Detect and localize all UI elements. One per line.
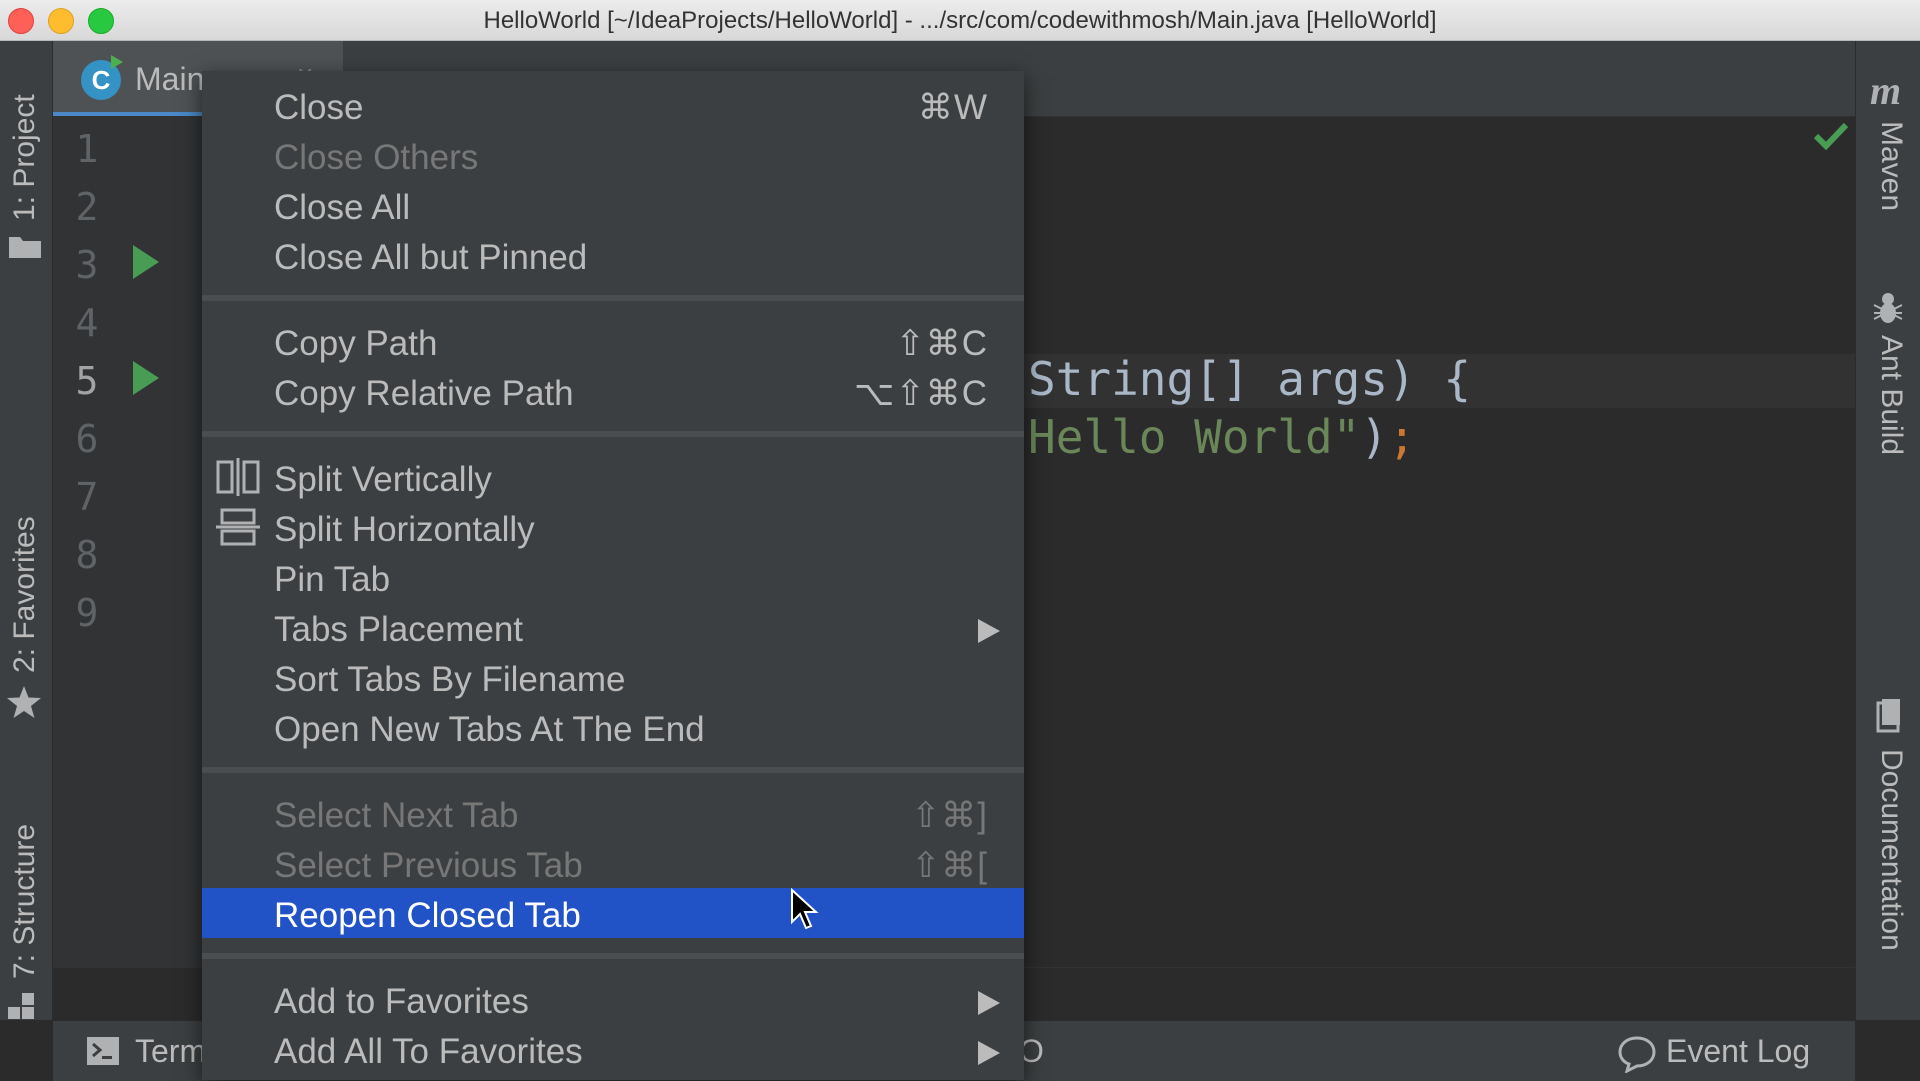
menu-item-copy-path[interactable]: Copy Path ⇧⌘C — [202, 316, 1024, 366]
maven-logo-icon: m — [1870, 68, 1902, 113]
submenu-arrow-icon — [978, 1041, 1000, 1065]
maven-toolwindow-button[interactable]: Maven — [1874, 121, 1908, 211]
menu-item-shortcut: ⇧⌘C — [895, 324, 988, 363]
menu-item-label: Copy Relative Path — [274, 374, 574, 413]
string-literal: Hello World" — [1028, 410, 1361, 464]
line-number: 7 — [75, 475, 99, 519]
line-number: 8 — [75, 533, 99, 577]
terminal-icon — [87, 1037, 119, 1065]
editor-tab-context-menu: Close ⌘W Close Others Close All Close Al… — [202, 71, 1024, 1080]
submenu-arrow-icon — [978, 619, 1000, 643]
run-main-icon[interactable] — [133, 361, 159, 395]
menu-item-close-all-but-pinned[interactable]: Close All but Pinned — [202, 230, 1024, 280]
runnable-badge-icon — [111, 55, 123, 69]
run-class-icon[interactable] — [133, 245, 159, 279]
structure-toolwindow-button[interactable]: 7: Structure — [8, 824, 42, 979]
menu-item-label: Add to Favorites — [274, 982, 529, 1021]
menu-item-label: Reopen Closed Tab — [274, 896, 581, 935]
menu-item-pin-tab[interactable]: Pin Tab — [202, 552, 1024, 602]
folder-icon — [9, 237, 41, 258]
menu-item-label: Close Others — [274, 138, 479, 177]
menu-item-label: Tabs Placement — [274, 610, 524, 649]
menu-item-label: Close — [274, 88, 364, 127]
line-number: 6 — [75, 417, 99, 461]
event-log-icon — [1618, 1036, 1656, 1073]
menu-separator — [202, 431, 1024, 437]
submenu-arrow-icon — [978, 991, 1000, 1015]
ant-build-toolwindow-button[interactable]: Ant Build — [1874, 335, 1908, 455]
menu-item-sort-tabs-by-filename[interactable]: Sort Tabs By Filename — [202, 652, 1024, 702]
menu-item-shortcut: ⇧⌘[ — [910, 846, 988, 885]
menu-item-split-vertically[interactable]: Split Vertically — [202, 452, 1024, 502]
menu-item-label: Add All To Favorites — [274, 1032, 583, 1071]
terminal-toolwindow-button[interactable]: Term — [135, 1033, 206, 1070]
line-number: 3 — [75, 243, 99, 287]
menu-item-label: Sort Tabs By Filename — [274, 660, 626, 699]
menu-item-label: Pin Tab — [274, 560, 391, 599]
menu-item-select-next-tab[interactable]: Select Next Tab ⇧⌘] — [202, 788, 1024, 838]
star-icon — [7, 686, 41, 718]
menu-item-shortcut: ⌥⇧⌘C — [854, 374, 988, 413]
menu-item-add-to-favorites[interactable]: Add to Favorites — [202, 974, 1024, 1024]
inspection-ok-check-icon[interactable] — [1813, 121, 1849, 151]
menu-item-close[interactable]: Close ⌘W — [202, 80, 1024, 130]
menu-item-label: Open New Tabs At The End — [274, 710, 705, 749]
menu-item-copy-relative-path[interactable]: Copy Relative Path ⌥⇧⌘C — [202, 366, 1024, 416]
project-toolwindow-button[interactable]: 1: Project — [8, 94, 42, 221]
menu-item-shortcut: ⇧⌘] — [910, 796, 988, 835]
event-log-toolwindow-button[interactable]: Event Log — [1666, 1033, 1810, 1070]
menu-item-label: Select Next Tab — [274, 796, 519, 835]
line-number: 1 — [75, 127, 99, 171]
split-vertically-icon — [216, 458, 260, 496]
menu-item-label: Split Vertically — [274, 460, 492, 499]
favorites-toolwindow-button[interactable]: 2: Favorites — [8, 516, 42, 673]
menu-separator — [202, 295, 1024, 301]
line-number: 9 — [75, 591, 99, 635]
menu-item-open-new-tabs-at-end[interactable]: Open New Tabs At The End — [202, 702, 1024, 752]
menu-item-close-others[interactable]: Close Others — [202, 130, 1024, 180]
menu-item-label: Select Previous Tab — [274, 846, 583, 885]
tab-label: Main — [135, 61, 205, 97]
code-line-5: String[] args) { — [1028, 352, 1472, 406]
documentation-icon — [1876, 699, 1900, 733]
line-number-gutter: 1 2 3 4 5 6 7 8 9 — [53, 117, 203, 967]
mouse-pointer-icon — [791, 888, 819, 930]
split-horizontally-icon — [216, 508, 260, 546]
ant-icon — [1873, 293, 1903, 323]
menu-item-label: Copy Path — [274, 324, 438, 363]
menu-item-split-horizontally[interactable]: Split Horizontally — [202, 502, 1024, 552]
title-bar: HelloWorld [~/IdeaProjects/HelloWorld] -… — [0, 0, 1920, 41]
menu-item-add-all-to-favorites[interactable]: Add All To Favorites — [202, 1024, 1024, 1074]
code-paren: ) — [1360, 410, 1389, 464]
window-title: HelloWorld [~/IdeaProjects/HelloWorld] -… — [483, 7, 1437, 34]
code-semicolon: ; — [1388, 410, 1416, 464]
menu-item-label: Split Horizontally — [274, 510, 535, 549]
code-line-6: Hello World"); — [1028, 410, 1416, 464]
menu-item-label: Close All but Pinned — [274, 238, 588, 277]
menu-item-label: Close All — [274, 188, 411, 227]
structure-icon — [8, 993, 34, 1019]
line-number: 5 — [75, 359, 99, 403]
menu-item-reopen-closed-tab[interactable]: Reopen Closed Tab — [202, 888, 1024, 938]
menu-separator — [202, 953, 1024, 959]
menu-separator — [202, 767, 1024, 773]
menu-item-shortcut: ⌘W — [917, 88, 988, 127]
menu-item-close-all[interactable]: Close All — [202, 180, 1024, 230]
right-toolwindow-bar: m Maven Ant Build Documentation — [1855, 41, 1920, 1020]
line-number: 2 — [75, 185, 99, 229]
line-number: 4 — [75, 301, 99, 345]
menu-item-tabs-placement[interactable]: Tabs Placement — [202, 602, 1024, 652]
left-toolwindow-bar: 1: Project 2: Favorites 7: Structure — [0, 41, 53, 1020]
menu-item-select-previous-tab[interactable]: Select Previous Tab ⇧⌘[ — [202, 838, 1024, 888]
documentation-toolwindow-button[interactable]: Documentation — [1874, 749, 1908, 951]
